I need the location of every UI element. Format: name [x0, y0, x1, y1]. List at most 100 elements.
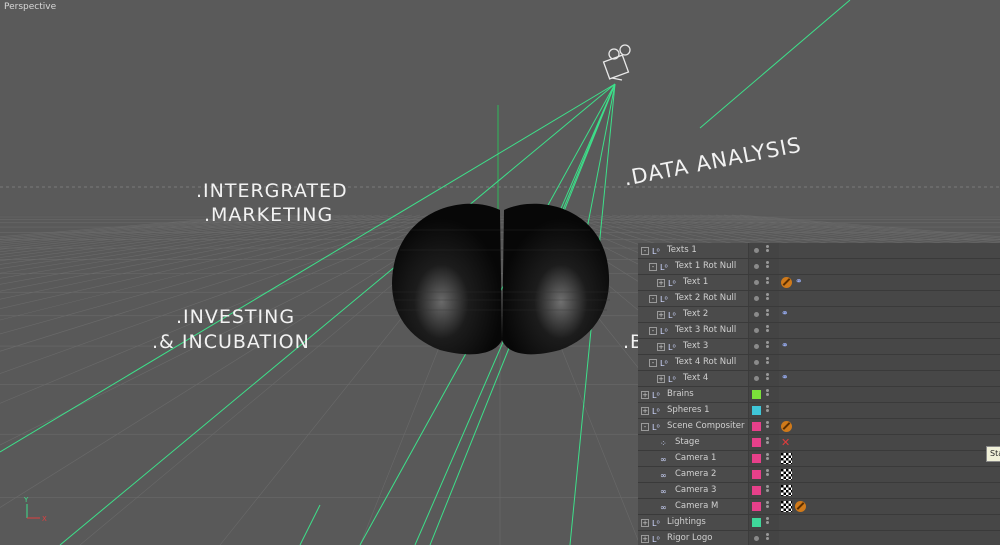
camera-tag-icon[interactable]: ⚭	[781, 309, 792, 320]
object-name[interactable]: Camera M	[675, 499, 718, 514]
layer-dot-icon[interactable]	[754, 264, 759, 269]
object-name-cell[interactable]: ∞ Camera M	[638, 499, 749, 514]
layer-dot-icon[interactable]	[754, 376, 759, 381]
visibility-cell[interactable]	[749, 419, 779, 434]
scene-text-investing[interactable]: .INVESTING	[176, 306, 295, 328]
checker-tag-icon[interactable]	[781, 453, 792, 464]
collapse-icon[interactable]: -	[641, 423, 649, 431]
object-name-cell[interactable]: + L⁰ Brains	[638, 387, 749, 402]
visibility-cell[interactable]	[749, 291, 779, 306]
layer-dot-icon[interactable]	[754, 248, 759, 253]
object-name-cell[interactable]: + L⁰ Spheres 1	[638, 403, 749, 418]
object-name-cell[interactable]: - L⁰ Texts 1	[638, 243, 749, 258]
visibility-cell[interactable]	[749, 403, 779, 418]
camera-tag-icon[interactable]: ⚭	[781, 341, 792, 352]
object-name[interactable]: Lightings	[667, 515, 706, 530]
collapse-icon[interactable]: -	[649, 327, 657, 335]
scene-text-marketing[interactable]: .MARKETING	[204, 204, 333, 226]
object-row[interactable]: + L⁰ Brains	[638, 387, 1000, 403]
object-name-cell[interactable]: + L⁰ Text 2	[638, 307, 749, 322]
visibility-toggle[interactable]	[766, 341, 769, 352]
visibility-cell[interactable]	[749, 483, 779, 498]
expand-icon[interactable]: +	[641, 407, 649, 415]
layer-color-swatch[interactable]	[752, 502, 761, 511]
layer-color-swatch[interactable]	[752, 454, 761, 463]
object-name[interactable]: Texts 1	[667, 243, 697, 258]
object-row[interactable]: ⁘ Stage ✕	[638, 435, 1000, 451]
object-name[interactable]: Stage	[675, 435, 700, 450]
object-row[interactable]: - L⁰ Text 2 Rot Null	[638, 291, 1000, 307]
layer-dot-icon[interactable]	[754, 360, 759, 365]
object-name[interactable]: Text 4	[683, 371, 708, 386]
object-name-cell[interactable]: ∞ Camera 3	[638, 483, 749, 498]
object-row[interactable]: + L⁰ Text 2 ⚭	[638, 307, 1000, 323]
collapse-icon[interactable]: -	[649, 263, 657, 271]
object-name-cell[interactable]: + L⁰ Text 4	[638, 371, 749, 386]
object-name-cell[interactable]: + L⁰ Text 3	[638, 339, 749, 354]
visibility-cell[interactable]	[749, 259, 779, 274]
visibility-toggle[interactable]	[766, 453, 769, 464]
collapse-icon[interactable]: -	[649, 295, 657, 303]
object-name-cell[interactable]: + L⁰ Lightings	[638, 515, 749, 530]
visibility-cell[interactable]	[749, 499, 779, 514]
object-row[interactable]: - L⁰ Scene Compositer	[638, 419, 1000, 435]
object-name-cell[interactable]: + L⁰ Rigor Logo	[638, 531, 749, 545]
object-row[interactable]: - L⁰ Text 1 Rot Null	[638, 259, 1000, 275]
camera-tag-icon[interactable]: ⚭	[781, 373, 792, 384]
object-name[interactable]: Text 1	[683, 275, 708, 290]
expand-icon[interactable]: +	[641, 519, 649, 527]
visibility-cell[interactable]	[749, 515, 779, 530]
visibility-cell[interactable]	[749, 371, 779, 386]
object-name[interactable]: Rigor Logo	[667, 531, 712, 545]
visibility-toggle[interactable]	[766, 469, 769, 480]
object-row[interactable]: - L⁰ Text 3 Rot Null	[638, 323, 1000, 339]
expand-icon[interactable]: +	[641, 391, 649, 399]
expand-icon[interactable]: +	[657, 279, 665, 287]
object-name[interactable]: Camera 1	[675, 451, 716, 466]
layer-dot-icon[interactable]	[754, 328, 759, 333]
object-name[interactable]: Text 2 Rot Null	[675, 291, 736, 306]
scene-text-incubation[interactable]: .& INCUBATION	[152, 331, 310, 353]
object-row[interactable]: + L⁰ Spheres 1	[638, 403, 1000, 419]
layer-color-swatch[interactable]	[752, 470, 761, 479]
visibility-cell[interactable]	[749, 355, 779, 370]
layer-color-swatch[interactable]	[752, 486, 761, 495]
visibility-cell[interactable]	[749, 323, 779, 338]
expand-icon[interactable]: +	[657, 343, 665, 351]
object-name[interactable]: Text 4 Rot Null	[675, 355, 736, 370]
visibility-toggle[interactable]	[766, 421, 769, 432]
object-name-cell[interactable]: ∞ Camera 2	[638, 467, 749, 482]
visibility-toggle[interactable]	[766, 357, 769, 368]
layer-dot-icon[interactable]	[754, 312, 759, 317]
object-name[interactable]: Text 2	[683, 307, 708, 322]
object-row[interactable]: ∞ Camera 2	[638, 467, 1000, 483]
visibility-toggle[interactable]	[766, 277, 769, 288]
layer-dot-icon[interactable]	[754, 344, 759, 349]
layer-dot-icon[interactable]	[754, 536, 759, 541]
visibility-toggle[interactable]	[766, 437, 769, 448]
object-manager-panel[interactable]: - L⁰ Texts 1- L⁰ Text 1 Rot Null + L⁰ Text 1 ⚭ - L…	[638, 243, 1000, 545]
visibility-toggle[interactable]	[766, 405, 769, 416]
object-row[interactable]: + L⁰ Lightings	[638, 515, 1000, 531]
visibility-toggle[interactable]	[766, 309, 769, 320]
object-name-cell[interactable]: + L⁰ Text 1	[638, 275, 749, 290]
object-name[interactable]: Brains	[667, 387, 694, 402]
layer-color-swatch[interactable]	[752, 390, 761, 399]
visibility-cell[interactable]	[749, 243, 779, 258]
object-name-cell[interactable]: - L⁰ Text 2 Rot Null	[638, 291, 749, 306]
object-row[interactable]: + L⁰ Rigor Logo	[638, 531, 1000, 545]
collapse-icon[interactable]: -	[649, 359, 657, 367]
layer-dot-icon[interactable]	[754, 280, 759, 285]
visibility-cell[interactable]	[749, 435, 779, 450]
visibility-toggle[interactable]	[766, 517, 769, 528]
layer-color-swatch[interactable]	[752, 406, 761, 415]
x-tag-icon[interactable]: ✕	[781, 437, 792, 448]
scene-camera-icon[interactable]	[602, 44, 631, 81]
visibility-cell[interactable]	[749, 339, 779, 354]
object-row[interactable]: ∞ Camera M	[638, 499, 1000, 515]
checker-tag-icon[interactable]	[781, 469, 792, 480]
expand-icon[interactable]: +	[657, 375, 665, 383]
visibility-toggle[interactable]	[766, 533, 769, 544]
object-row[interactable]: + L⁰ Text 4 ⚭	[638, 371, 1000, 387]
object-name-cell[interactable]: - L⁰ Text 3 Rot Null	[638, 323, 749, 338]
